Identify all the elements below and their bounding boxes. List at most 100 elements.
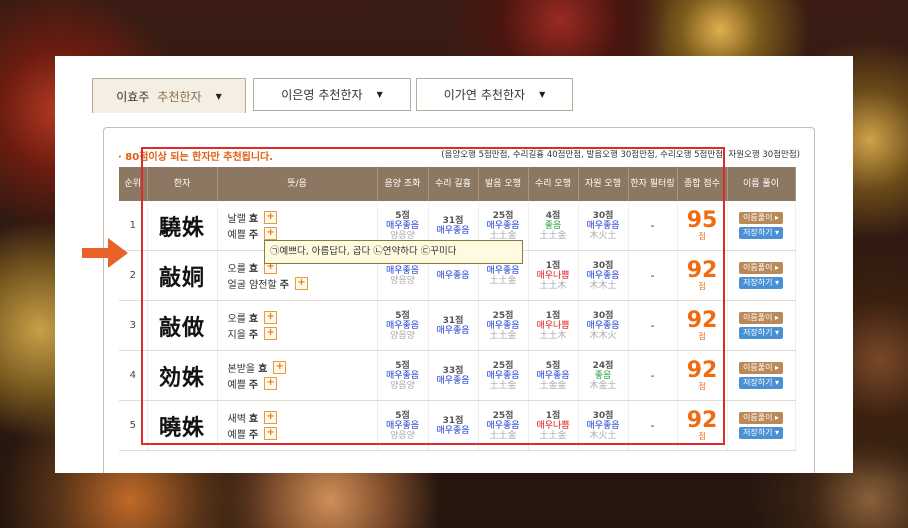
column-header: 뜻/음 (217, 167, 378, 201)
score-grade: 매우좋음 (436, 375, 470, 386)
tab-recommend-2[interactable]: 이은영 추천한자 ▼ (253, 78, 411, 111)
rank: 5 (119, 400, 148, 451)
score-grade: 매우좋음 (586, 320, 620, 331)
table-row: 5 曉姝 새벽 효 + 예쁠 주 + 5점 매우좋음 양음양 31점 매우좋음 … (119, 400, 796, 451)
score-points: 4점 (545, 210, 561, 221)
meaning-text: 예쁠 (227, 230, 246, 241)
score-points: 25점 (492, 410, 514, 421)
plus-icon[interactable]: + (264, 377, 278, 390)
rank: 3 (119, 300, 148, 351)
save-button[interactable]: 저장하기 ▾ (739, 227, 783, 239)
name-reading-button[interactable]: 이름풀이 ▸ (739, 362, 783, 374)
plus-icon[interactable]: + (264, 411, 278, 424)
meaning-text: 날랠 (227, 214, 246, 225)
score-cell: 24점 좋음 木金土 (578, 350, 629, 401)
score-detail: 土土金 (489, 380, 517, 391)
meaning-text: 얼굴 얌전할 (227, 280, 277, 291)
total-score-cell: 95 점 (677, 201, 728, 251)
meaning-text: 예쁠 (227, 380, 246, 391)
rank: 4 (119, 350, 148, 401)
meaning-text: 예쁠 (227, 430, 246, 441)
meaning-line: 본받을 효 + (228, 360, 377, 376)
score-cell: 25점 매우좋음 土土金 (478, 350, 529, 401)
column-header: 이름 풀이 (727, 167, 796, 201)
score-grade: 매우좋음 (436, 325, 470, 336)
score-points: 5점 (395, 310, 410, 321)
column-header: 음양 조화 (377, 167, 429, 201)
caret-down-icon: ▼ (539, 90, 546, 99)
score-cell: 1점 매우나쁨 土土木 (528, 300, 579, 351)
column-header: 종합 점수 (677, 167, 728, 201)
reading-text: 효 (248, 414, 259, 425)
score-points: 30점 (592, 310, 614, 321)
score-points: 25점 (492, 360, 514, 371)
filter-cell: - (628, 350, 678, 401)
score-detail: 양음양 (390, 275, 415, 286)
tab-name: 이가연 (443, 88, 477, 102)
score-detail: 木火土 (589, 230, 617, 241)
table-row: 4 効姝 본받을 효 + 예쁠 주 + 5점 매우좋음 양음양 33점 매우좋음… (119, 350, 796, 401)
score-cell: 31점 매우좋음 (428, 400, 479, 451)
total-score: 92 (686, 358, 718, 383)
meaning-line: 오를 효 + (228, 310, 377, 326)
score-legend: (음양오행 5점만점, 수리길흉 40점만점, 발음오행 30점만점, 수리오행… (441, 150, 800, 160)
save-button[interactable]: 저장하기 ▾ (739, 377, 783, 389)
meaning-line: 예쁠 주 + (228, 376, 377, 392)
score-grade: 매우좋음 (486, 420, 520, 431)
score-cell: 25점 매우좋음 土土金 (478, 400, 529, 451)
notice-text: · 80점이상 되는 한자만 추천됩니다. (118, 152, 274, 163)
tab-recommend-1[interactable]: 이효주 추천한자 ▼ (92, 78, 246, 113)
score-points: 25점 (492, 210, 514, 221)
column-header: 수리 오행 (528, 167, 579, 201)
action-cell: 이름풀이 ▸ 저장하기 ▾ (727, 400, 796, 451)
score-detail: 土土金 (539, 430, 567, 441)
plus-icon[interactable]: + (264, 327, 278, 340)
score-detail: 土土木 (539, 330, 567, 341)
name-reading-button[interactable]: 이름풀이 ▸ (739, 412, 783, 424)
reading-text: 주 (279, 280, 289, 291)
plus-icon[interactable]: + (264, 311, 278, 324)
plus-icon[interactable]: + (264, 211, 278, 224)
meaning-line: 얼굴 얌전할 주 + (228, 276, 377, 292)
save-button[interactable]: 저장하기 ▾ (739, 427, 783, 439)
plus-icon[interactable]: + (273, 361, 287, 374)
reading-text: 효 (248, 264, 259, 275)
plus-icon[interactable]: + (264, 427, 278, 440)
arrow-right-icon (82, 238, 128, 268)
name-reading-button[interactable]: 이름풀이 ▸ (739, 262, 783, 274)
name-reading-button[interactable]: 이름풀이 ▸ (739, 312, 783, 324)
score-grade: 매우좋음 (436, 425, 470, 436)
score-grade: 매우좋음 (385, 220, 420, 231)
score-cell: 5점 매우좋음 양음양 (377, 350, 429, 401)
tab-recommend-3[interactable]: 이가연 추천한자 ▼ (416, 78, 573, 111)
column-header: 순위 (119, 167, 148, 201)
score-grade: 좋음 (544, 220, 562, 231)
score-grade: 매우좋음 (486, 220, 520, 231)
score-detail: 土土金 (489, 230, 517, 241)
plus-icon[interactable]: + (294, 277, 308, 290)
reading-text: 주 (248, 380, 259, 391)
score-grade: 매우좋음 (486, 320, 520, 331)
score-points: 30점 (592, 410, 614, 421)
plus-icon[interactable]: + (264, 227, 278, 240)
tab-name: 이효주 (116, 89, 150, 104)
score-detail: 木木火 (589, 330, 617, 341)
meaning-text: 지을 (227, 330, 246, 341)
meaning-line: 새벽 효 + (228, 410, 377, 426)
score-cell: 5점 매우좋음 양음양 (377, 400, 429, 451)
score-detail: 土土木 (539, 280, 567, 291)
score-grade: 매우좋음 (385, 320, 420, 331)
score-cell: 4점 좋음 土土金 (528, 201, 579, 251)
score-cell: 30점 매우좋음 木木火 (578, 300, 629, 351)
save-button[interactable]: 저장하기 ▾ (739, 277, 783, 289)
save-button[interactable]: 저장하기 ▾ (739, 327, 783, 339)
score-cell: 5점 매우좋음 土金金 (528, 350, 579, 401)
score-points: 5점 (395, 360, 410, 371)
score-grade: 매우나쁨 (536, 270, 570, 281)
name-reading-button[interactable]: 이름풀이 ▸ (739, 212, 783, 224)
score-detail: 土土金 (539, 230, 567, 241)
score-points: 30점 (592, 210, 614, 221)
hanja-name: 敲姛 (147, 250, 218, 301)
score-cell: 1점 매우나쁨 土土金 (528, 400, 579, 451)
total-score-cell: 92 점 (677, 400, 728, 451)
